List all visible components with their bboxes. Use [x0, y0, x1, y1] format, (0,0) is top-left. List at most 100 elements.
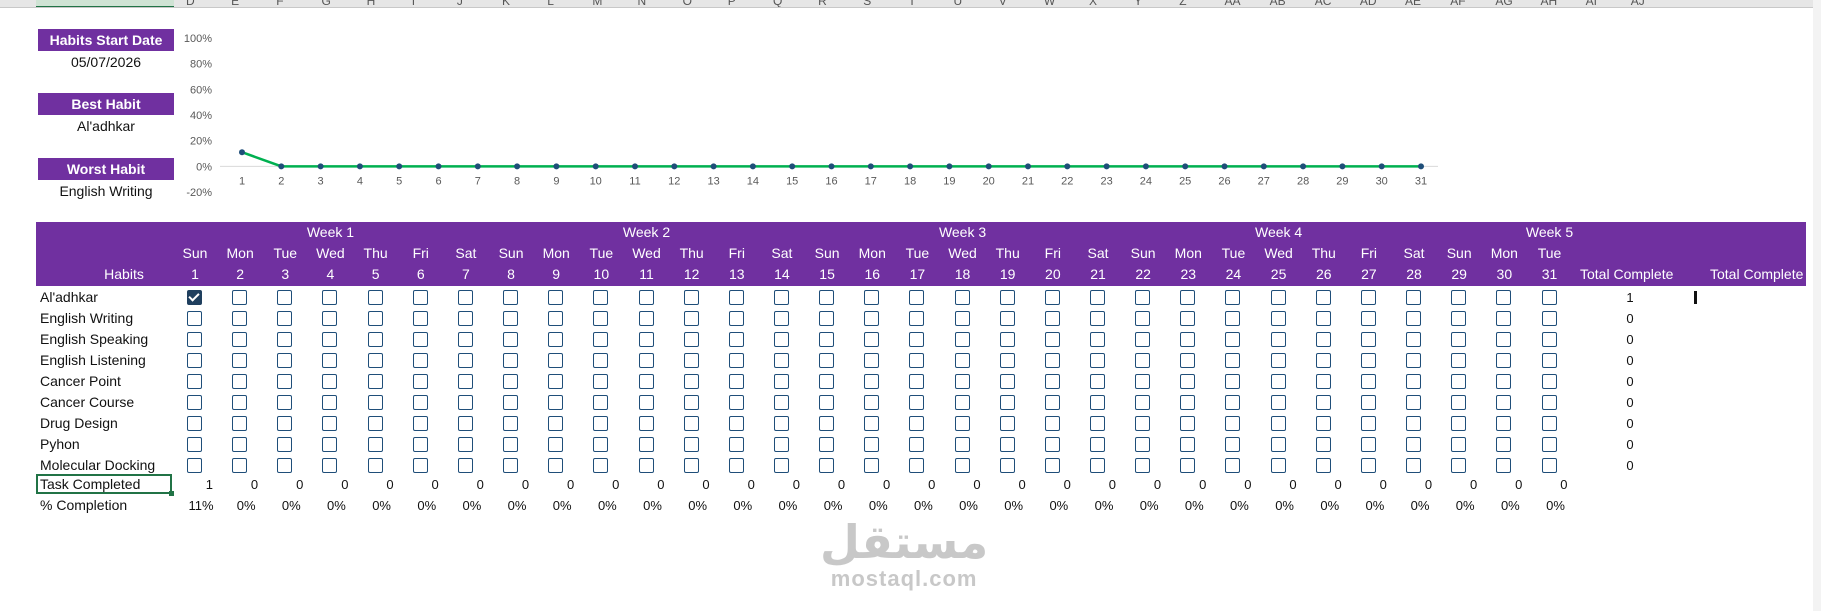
data-point[interactable] — [1339, 163, 1346, 170]
habit-day-checkbox[interactable] — [1270, 374, 1286, 389]
start-date-value[interactable]: 05/07/2026 — [38, 51, 174, 73]
habit-day-checkbox[interactable] — [1451, 374, 1467, 389]
habit-day-checkbox[interactable] — [277, 311, 293, 326]
habit-day-checkbox[interactable] — [1044, 353, 1060, 368]
habit-day-checkbox[interactable] — [773, 437, 789, 452]
habit-day-checkbox[interactable] — [1044, 332, 1060, 347]
habit-day-checkbox[interactable] — [232, 374, 248, 389]
habit-day-checkbox[interactable] — [1225, 416, 1241, 431]
habit-day-checkbox[interactable] — [1360, 458, 1376, 473]
habit-day-checkbox[interactable] — [773, 332, 789, 347]
habit-day-checkbox[interactable] — [773, 395, 789, 410]
column-letter[interactable]: AB — [1270, 0, 1286, 7]
habit-day-checkbox[interactable] — [909, 311, 925, 326]
habit-day-checkbox[interactable] — [1180, 353, 1196, 368]
fill-handle[interactable] — [169, 491, 174, 496]
habit-day-checkbox[interactable] — [819, 290, 835, 305]
column-letter[interactable]: M — [592, 0, 602, 7]
habit-day-checkbox[interactable] — [638, 416, 654, 431]
column-letter[interactable]: P — [728, 0, 736, 7]
habit-day-checkbox[interactable] — [1406, 395, 1422, 410]
habit-day-checkbox[interactable] — [1496, 332, 1512, 347]
column-letter[interactable]: J — [457, 0, 463, 7]
column-letter[interactable]: AA — [1224, 0, 1240, 7]
habit-day-checkbox[interactable] — [187, 374, 202, 389]
habit-day-checkbox[interactable] — [457, 458, 473, 473]
habit-day-checkbox[interactable] — [1360, 311, 1376, 326]
habit-day-checkbox[interactable] — [277, 374, 293, 389]
habit-day-checkbox[interactable] — [232, 290, 248, 305]
habit-day-checkbox[interactable] — [1135, 353, 1151, 368]
habit-day-checkbox[interactable] — [909, 458, 925, 473]
habit-day-checkbox[interactable] — [1360, 353, 1376, 368]
habit-day-checkbox[interactable] — [1315, 311, 1331, 326]
habit-day-checkbox[interactable] — [1090, 332, 1105, 347]
habit-day-checkbox[interactable] — [954, 311, 970, 326]
habit-day-checkbox[interactable] — [548, 395, 564, 410]
data-point[interactable] — [1300, 163, 1307, 170]
habit-day-checkbox[interactable] — [503, 311, 519, 326]
habit-day-checkbox[interactable] — [1451, 332, 1467, 347]
habit-day-checkbox[interactable] — [187, 311, 202, 326]
habit-day-checkbox[interactable] — [638, 290, 654, 305]
habit-day-checkbox[interactable] — [1225, 374, 1241, 389]
habit-day-checkbox[interactable] — [728, 332, 744, 347]
habit-day-checkbox[interactable] — [367, 458, 383, 473]
habit-day-checkbox[interactable] — [367, 374, 383, 389]
habit-day-checkbox[interactable] — [367, 437, 383, 452]
habit-day-checkbox[interactable] — [322, 395, 338, 410]
habit-day-checkbox[interactable] — [277, 437, 293, 452]
column-letter[interactable]: AD — [1360, 0, 1377, 7]
habit-day-checkbox[interactable] — [864, 395, 880, 410]
habit-day-checkbox[interactable] — [593, 311, 609, 326]
habit-day-checkbox[interactable] — [1360, 290, 1376, 305]
habit-day-checkbox[interactable] — [909, 290, 925, 305]
habit-day-checkbox[interactable] — [548, 332, 564, 347]
habit-day-checkbox[interactable] — [864, 332, 880, 347]
habit-day-checkbox[interactable] — [1315, 395, 1331, 410]
habit-day-checkbox[interactable] — [1315, 458, 1331, 473]
habit-day-checkbox[interactable] — [412, 374, 428, 389]
data-point[interactable] — [396, 163, 403, 170]
column-letter[interactable]: Z — [1179, 0, 1186, 7]
data-point[interactable] — [749, 163, 756, 170]
habit-day-checkbox[interactable] — [1090, 416, 1105, 431]
habit-day-checkbox[interactable] — [1044, 374, 1060, 389]
habit-day-checkbox[interactable] — [1270, 395, 1286, 410]
habit-day-checkbox[interactable] — [503, 332, 519, 347]
data-point[interactable] — [356, 163, 363, 170]
habit-day-checkbox[interactable] — [1044, 416, 1060, 431]
column-letter[interactable]: E — [231, 0, 239, 7]
habit-day-checkbox[interactable] — [1541, 332, 1557, 347]
habit-day-checkbox[interactable] — [683, 374, 699, 389]
habit-day-checkbox[interactable] — [322, 374, 338, 389]
data-point[interactable] — [1103, 163, 1110, 170]
habit-day-checkbox[interactable] — [1406, 311, 1422, 326]
habit-day-checkbox[interactable] — [954, 395, 970, 410]
habit-day-checkbox[interactable] — [187, 395, 202, 410]
habit-day-checkbox[interactable] — [909, 395, 925, 410]
habit-day-checkbox[interactable] — [1541, 437, 1557, 452]
habit-day-checkbox[interactable] — [503, 374, 519, 389]
habit-day-checkbox[interactable] — [187, 437, 202, 452]
habit-day-checkbox[interactable] — [1541, 416, 1557, 431]
habit-day-checkbox[interactable] — [1270, 458, 1286, 473]
habit-day-checkbox[interactable] — [1135, 290, 1151, 305]
habit-day-checkbox[interactable] — [412, 416, 428, 431]
habit-day-checkbox[interactable] — [412, 395, 428, 410]
habit-day-checkbox[interactable] — [1090, 437, 1105, 452]
habit-day-checkbox[interactable] — [999, 311, 1015, 326]
habit-day-checkbox[interactable] — [1180, 290, 1196, 305]
habit-day-checkbox[interactable] — [548, 290, 564, 305]
habit-day-checkbox[interactable] — [322, 416, 338, 431]
habit-day-checkbox[interactable] — [909, 416, 925, 431]
habit-day-checkbox[interactable] — [187, 416, 202, 431]
habit-day-checkbox[interactable] — [1496, 374, 1512, 389]
habit-day-checkbox[interactable] — [457, 353, 473, 368]
data-point[interactable] — [946, 163, 953, 170]
habit-day-checkbox[interactable] — [548, 353, 564, 368]
habit-day-checkbox[interactable] — [593, 395, 609, 410]
habit-day-checkbox[interactable] — [1406, 437, 1422, 452]
habit-day-checkbox[interactable] — [1360, 332, 1376, 347]
habit-day-checkbox[interactable] — [1270, 290, 1286, 305]
